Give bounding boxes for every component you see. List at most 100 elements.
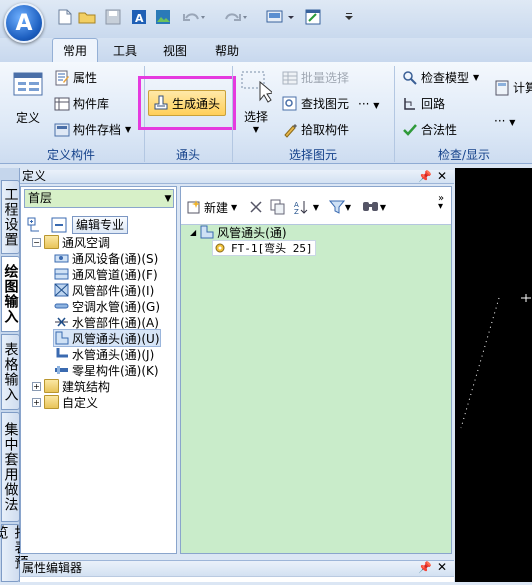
- save-icon[interactable]: [104, 8, 122, 26]
- image-icon[interactable]: [154, 8, 172, 26]
- list-root-label: 风管通头(通): [217, 225, 287, 240]
- app-logo-button[interactable]: A: [4, 3, 44, 43]
- a-icon[interactable]: A: [130, 8, 148, 26]
- drawing-canvas[interactable]: [455, 168, 532, 582]
- tree-item-label: 水管通头(通)(J): [72, 347, 155, 362]
- folder-open-icon: [44, 235, 59, 249]
- validity-button[interactable]: 合法性: [402, 121, 457, 138]
- expand-toggle-icon[interactable]: +: [32, 381, 41, 391]
- checkmark-icon: [403, 123, 417, 136]
- dropdown-icon[interactable]: [340, 8, 358, 26]
- find-element-button[interactable]: 查找图元: [282, 95, 349, 112]
- chevron-down-icon: ▼: [231, 202, 238, 212]
- loop-icon: [404, 97, 415, 110]
- tree-item-label: 零星构件(通)(K): [72, 363, 159, 378]
- close-icon[interactable]: ✕: [437, 169, 447, 183]
- pin-icon[interactable]: 📌: [418, 561, 432, 574]
- vtab-drawing-input[interactable]: 绘图输入: [1, 256, 20, 332]
- tree-item-duct-part[interactable]: 风管部件(通)(I): [54, 282, 154, 298]
- edit-specialty-button[interactable]: 编辑专业: [72, 216, 129, 234]
- copy-icon[interactable]: [270, 198, 286, 216]
- undo-icon[interactable]: [182, 8, 206, 26]
- toolbar-overflow-icon[interactable]: » ▾: [438, 194, 444, 212]
- select-label: 选择: [243, 110, 268, 124]
- folder-icon: [44, 379, 59, 393]
- find-icon[interactable]: ▼: [360, 198, 388, 216]
- tab-common[interactable]: 常用: [52, 38, 98, 62]
- chevron-down-icon[interactable]: ▼: [162, 189, 174, 208]
- tree-item-building-structure[interactable]: + 建筑结构: [32, 378, 110, 394]
- check-model-button[interactable]: 检查模型 ▼: [402, 69, 479, 86]
- property-editor-title: 属性编辑器: [22, 561, 83, 575]
- tree-item-label: 空调水管(通)(G): [72, 299, 161, 314]
- list-item-label: FT-1[弯头 25]: [231, 242, 313, 255]
- collapse-all-icon[interactable]: [50, 216, 68, 234]
- collapse-toggle-icon[interactable]: ◢: [190, 228, 196, 237]
- new-component-button[interactable]: 新建 ▼: [186, 198, 237, 216]
- pick-component-button[interactable]: 拾取构件: [282, 121, 349, 138]
- loop-button[interactable]: 回路: [402, 95, 445, 112]
- duct-fitting-icon: [55, 331, 69, 345]
- batch-select-label: 批量选择: [301, 71, 350, 85]
- component-save-icon: [54, 123, 70, 136]
- attribute-button[interactable]: 属性: [54, 69, 97, 86]
- calculate-button[interactable]: 计算: [494, 79, 532, 96]
- tree-item-duct-fitting[interactable]: 风管通头(通)(U): [53, 329, 161, 347]
- panel-header: 定义: [20, 170, 454, 184]
- pick-component-icon: [284, 123, 297, 138]
- list-root-duct-fitting[interactable]: ◢ 风管通头(通): [190, 224, 287, 240]
- monitor-icon[interactable]: [266, 8, 296, 26]
- list-item-ft1[interactable]: FT-1[弯头 25]: [212, 240, 316, 256]
- open-icon[interactable]: [78, 8, 96, 26]
- pin-icon[interactable]: 📌: [418, 170, 432, 183]
- tree-item-hvac[interactable]: − 通风空调: [32, 234, 110, 250]
- duct-fitting-icon: [200, 225, 214, 239]
- expand-toggle-icon[interactable]: +: [32, 397, 41, 407]
- expand-all-icon[interactable]: [26, 216, 44, 234]
- tab-label: 帮助: [214, 43, 239, 58]
- delete-icon[interactable]: [248, 198, 264, 216]
- filter-icon[interactable]: ▼: [326, 198, 354, 216]
- tree-item-misc-part[interactable]: 零星构件(通)(K): [54, 362, 159, 378]
- tab-view[interactable]: 视图: [154, 38, 196, 62]
- tab-tools[interactable]: 工具: [104, 38, 146, 62]
- close-icon[interactable]: ✕: [437, 560, 447, 574]
- duct-icon: [54, 268, 69, 280]
- folder-icon: [44, 395, 59, 409]
- select-button[interactable]: 选择 ▼: [238, 70, 274, 134]
- more-options-icon[interactable]: ··· ▼: [358, 97, 379, 111]
- tree-item-valve[interactable]: 水管部件(通)(A): [54, 314, 159, 330]
- define-icon: [13, 72, 43, 96]
- component-save-button[interactable]: 构件存档 ▼: [54, 121, 131, 138]
- pick-component-label: 拾取构件: [301, 123, 350, 137]
- define-button[interactable]: 定义: [10, 70, 46, 134]
- select-cursor-icon: [241, 71, 272, 103]
- tree-item-duct[interactable]: 通风管道(通)(F): [54, 266, 158, 282]
- tree-item-fan-device[interactable]: 通风设备(通)(S): [54, 250, 158, 266]
- new-file-icon[interactable]: [56, 8, 74, 26]
- batch-select-button[interactable]: 批量选择: [282, 69, 349, 86]
- vtab-label: 绘图输入: [2, 264, 19, 324]
- collapse-toggle-icon[interactable]: −: [32, 237, 41, 247]
- redo-icon[interactable]: [224, 8, 248, 26]
- tree-item-water-pipe[interactable]: 空调水管(通)(G): [54, 298, 160, 314]
- window-icon[interactable]: [304, 8, 322, 26]
- floor-select[interactable]: 首层: [24, 189, 174, 208]
- property-editor-body: [20, 576, 454, 582]
- more-options-icon[interactable]: ··· ▼: [494, 114, 515, 128]
- tab-help[interactable]: 帮助: [206, 38, 248, 62]
- vtab-centralized-method[interactable]: 集中套用做法: [1, 412, 20, 522]
- vtab-report-preview[interactable]: 报表预览: [0, 524, 29, 582]
- component-library-button[interactable]: 构件库: [54, 95, 109, 112]
- tree-item-custom[interactable]: + 自定义: [32, 394, 98, 410]
- tree-item-pipe-fitting[interactable]: 水管通头(通)(J): [54, 346, 154, 362]
- vtab-project-settings[interactable]: 工程设置: [1, 180, 20, 254]
- sort-icon[interactable]: AZ ▼: [292, 198, 320, 216]
- vtab-table-input[interactable]: 表格输入: [1, 334, 20, 410]
- tab-label: 工具: [112, 43, 137, 58]
- check-group-label: 检查/显示: [437, 148, 491, 162]
- generate-fitting-button[interactable]: 生成通头: [148, 90, 226, 116]
- loop-label: 回路: [421, 97, 446, 111]
- chevron-down-icon: ▼: [312, 202, 320, 212]
- calculate-label: 计算: [513, 81, 532, 95]
